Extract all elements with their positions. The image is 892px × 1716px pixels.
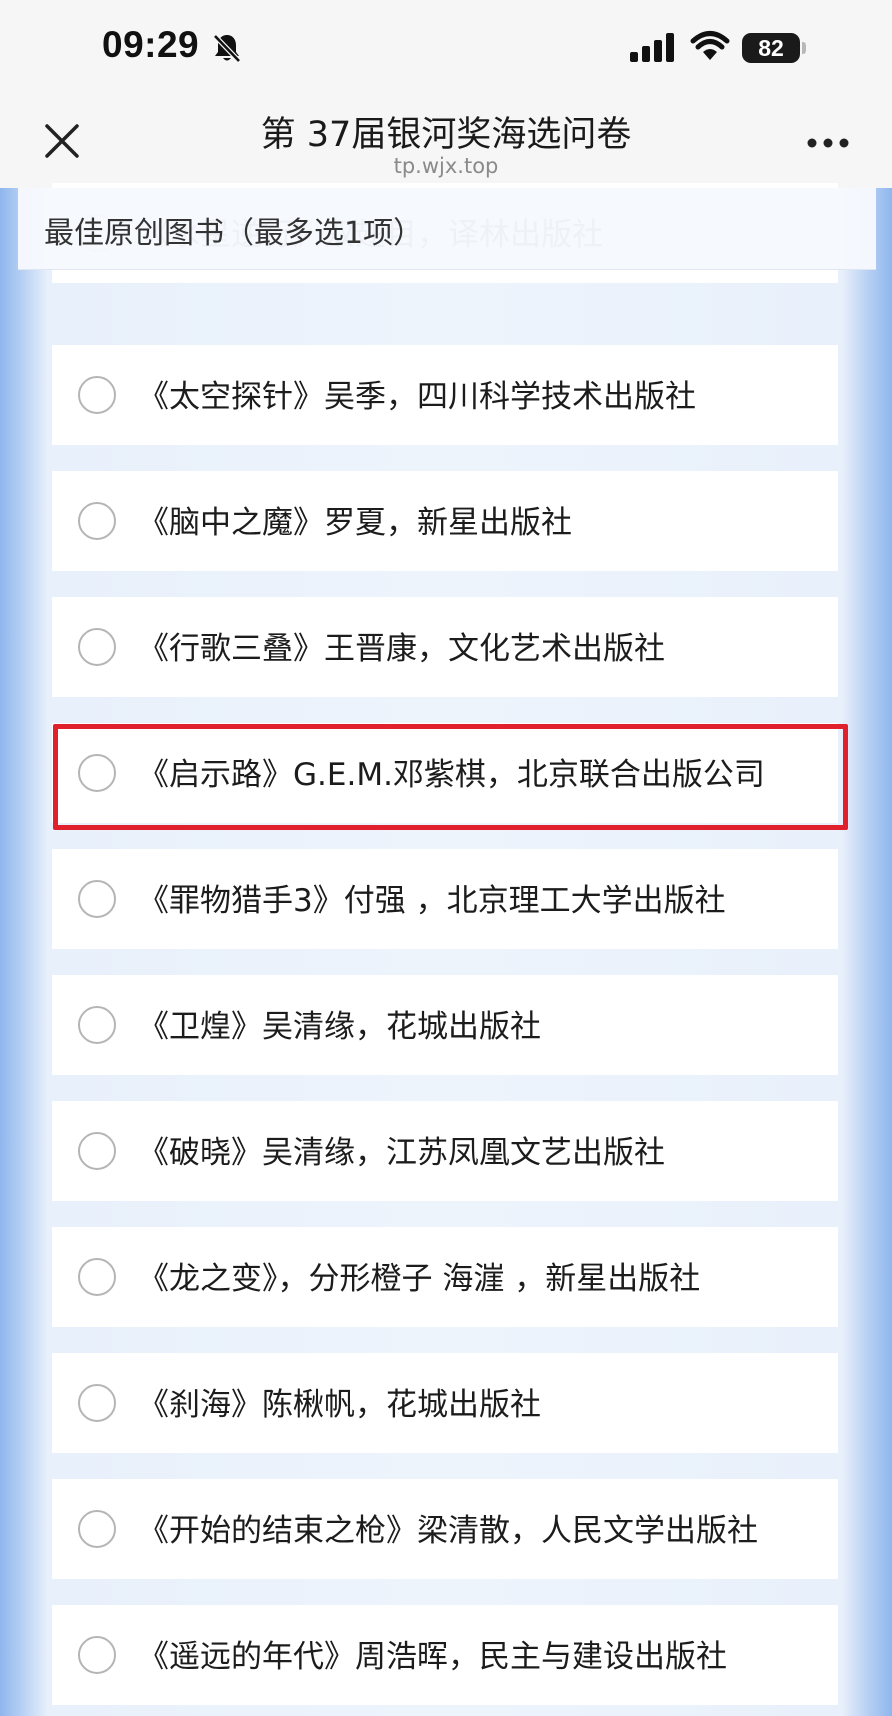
radio-button[interactable] — [78, 502, 116, 540]
option-item[interactable]: 《太空探针》吴季，四川科学技术出版社 — [52, 345, 838, 445]
option-label: 《太空探针》吴季，四川科学技术出版社 — [138, 379, 696, 415]
option-label: 《破晓》吴清缘，江苏凤凰文艺出版社 — [138, 1135, 665, 1171]
radio-button[interactable] — [78, 1132, 116, 1170]
radio-button[interactable] — [78, 376, 116, 414]
status-bar: 09:29 82 — [0, 0, 892, 96]
option-item[interactable]: 《卫煌》吴清缘，花城出版社 — [52, 975, 838, 1075]
option-item[interactable]: 《脑中之魔》罗夏，新星出版社 — [52, 471, 838, 571]
option-label: 《罪物猎手3》付强 ，北京理工大学出版社 — [138, 883, 726, 919]
survey-screen: 09:29 82 第 37届银河奖海选问卷 tp.wjx.top 《太空探针》吴… — [0, 0, 892, 1716]
radio-button[interactable] — [78, 1258, 116, 1296]
option-item[interactable]: 《刹海》陈楸帆，花城出版社 — [52, 1353, 838, 1453]
option-label: 《龙之变》，分形橙子 海漄 ，新星出版社 — [138, 1261, 701, 1297]
option-item[interactable]: 《龙之变》，分形橙子 海漄 ，新星出版社 — [52, 1227, 838, 1327]
option-label: 《遥远的年代》周浩晖，民主与建设出版社 — [138, 1639, 727, 1675]
page-body: 《水星逆行》双翅目，译林出版社《太空探针》吴季，四川科学技术出版社《脑中之魔》罗… — [0, 183, 892, 1716]
radio-button[interactable] — [78, 880, 116, 918]
battery-tip — [802, 42, 806, 54]
radio-button[interactable] — [78, 1384, 116, 1422]
highlight-annotation-box — [53, 724, 848, 830]
more-icon[interactable] — [806, 137, 850, 149]
cellular-signal-icon — [630, 33, 674, 62]
status-time: 09:29 — [102, 24, 200, 65]
option-label: 《行歌三叠》王晋康，文化艺术出版社 — [138, 631, 665, 667]
option-item[interactable]: 《行歌三叠》王晋康，文化艺术出版社 — [52, 597, 838, 697]
question-header: 最佳原创图书（最多选1项） — [18, 188, 876, 270]
option-item[interactable]: 《遥远的年代》周浩晖，民主与建设出版社 — [52, 1605, 838, 1705]
option-label: 《卫煌》吴清缘，花城出版社 — [138, 1009, 541, 1045]
option-label: 《脑中之魔》罗夏，新星出版社 — [138, 505, 572, 541]
radio-button[interactable] — [78, 628, 116, 666]
bell-slash-icon — [213, 34, 241, 63]
option-label: 《开始的结束之枪》梁清散，人民文学出版社 — [138, 1513, 758, 1549]
page-url: tp.wjx.top — [393, 154, 499, 178]
wifi-icon — [690, 31, 730, 60]
radio-button[interactable] — [78, 1006, 116, 1044]
battery-icon: 82 — [742, 33, 800, 63]
option-item[interactable]: 《开始的结束之枪》梁清散，人民文学出版社 — [52, 1479, 838, 1579]
question-title: 最佳原创图书（最多选1项） — [44, 216, 424, 251]
nav-bar: 第 37届银河奖海选问卷 tp.wjx.top — [0, 96, 892, 188]
page-title: 第 37届银河奖海选问卷 — [260, 115, 632, 155]
option-label: 《刹海》陈楸帆，花城出版社 — [138, 1387, 541, 1423]
option-item[interactable]: 《罪物猎手3》付强 ，北京理工大学出版社 — [52, 849, 838, 949]
radio-button[interactable] — [78, 1510, 116, 1548]
radio-button[interactable] — [78, 1636, 116, 1674]
option-item[interactable]: 《破晓》吴清缘，江苏凤凰文艺出版社 — [52, 1101, 838, 1201]
